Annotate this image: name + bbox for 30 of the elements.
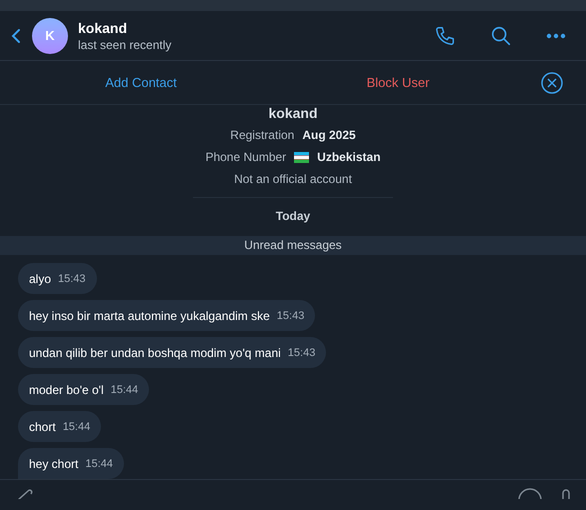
back-icon[interactable] [10,28,22,44]
phone-icon[interactable] [434,24,456,46]
message-text: hey chort [29,456,78,472]
message-time: 15:44 [85,457,113,472]
message-time: 15:43 [276,309,304,324]
info-value: Aug 2025 [302,127,356,143]
info-label: Registration [230,127,294,143]
message-time: 15:44 [110,383,138,398]
more-icon[interactable] [546,32,566,38]
info-value: Uzbekistan [317,149,381,165]
avatar[interactable]: K [32,18,68,54]
add-contact-button[interactable]: Add Contact [0,72,282,92]
message-time: 15:43 [288,346,316,362]
contact-name: kokand [78,18,128,36]
search-icon[interactable] [490,24,512,46]
message-text: alyo [29,270,52,288]
message-text: undan qilib ber undan boshqa modim yo'q mani [29,344,281,362]
message-time: 15:43 [58,272,86,288]
info-label: Phone Number [205,149,286,165]
message-text: moder bo'e o'l [29,382,104,398]
account-note: Not an official account [234,171,352,187]
profile-name: kokand [268,105,318,121]
block-user-button[interactable]: Block User [282,72,514,92]
message-text: chort [29,418,56,436]
message-text: hey inso bir marta automine yukalgandim ske [29,308,270,324]
date-separator: Today [276,208,310,224]
last-seen-status: last seen recently [78,36,172,52]
message-time: 15:44 [62,420,90,436]
unread-messages-bar: Unread messages [0,236,586,255]
close-icon[interactable] [541,72,563,94]
